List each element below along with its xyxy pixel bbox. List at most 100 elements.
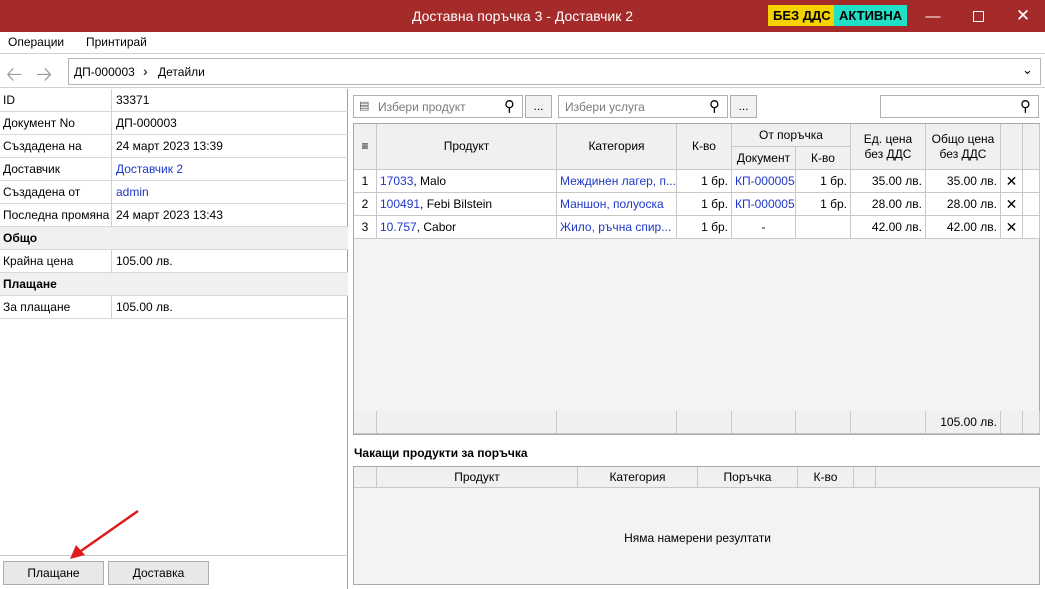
- row-spacer: [1023, 216, 1040, 239]
- category-link[interactable]: Маншон, полуоска: [557, 193, 677, 216]
- minimize-icon[interactable]: —: [910, 0, 956, 32]
- total-price-cell: 28.00 лв.: [926, 193, 1001, 216]
- detail-row-created-by: Създадена от admin: [0, 181, 348, 204]
- detail-label: Последна промяна: [3, 208, 110, 222]
- qty-cell[interactable]: 1 бр.: [677, 216, 732, 239]
- detail-label: Документ No: [3, 116, 75, 130]
- row-number: 3: [354, 216, 377, 239]
- row-number: 1: [354, 170, 377, 193]
- detail-value: 24 март 2023 13:43: [116, 208, 223, 222]
- section-total-title: Общо: [3, 231, 38, 245]
- header-order-qty[interactable]: К-во: [796, 147, 851, 170]
- pending-header-order[interactable]: Поръчка: [698, 467, 798, 488]
- footer-cell: [557, 411, 677, 434]
- detail-label: ID: [3, 93, 15, 107]
- product-search-placeholder: Избери продукт: [378, 100, 466, 114]
- pending-header-product[interactable]: Продукт: [377, 467, 578, 488]
- title-bar: Доставна поръчка 3 - Доставчик 2 БЕЗ ДДС…: [0, 0, 1045, 32]
- header-product[interactable]: Продукт: [377, 124, 557, 170]
- service-browse-button[interactable]: ...: [730, 95, 757, 118]
- delete-row-icon[interactable]: ✕: [1001, 170, 1023, 193]
- payment-button[interactable]: Плащане: [3, 561, 104, 585]
- pending-header-category[interactable]: Категория: [578, 467, 698, 488]
- service-search-input[interactable]: Избери услуга ⚲: [558, 95, 728, 118]
- footer-cell: [677, 411, 732, 434]
- order-document-link[interactable]: КП-000005: [732, 193, 796, 216]
- product-code-link[interactable]: 10.757: [380, 220, 417, 234]
- detail-row-final-price: Крайна цена 105.00 лв.: [0, 250, 348, 273]
- search-icon[interactable]: ⚲: [504, 97, 515, 115]
- menu-print[interactable]: Принтирай: [86, 35, 147, 49]
- detail-row-id: ID 33371: [0, 89, 348, 112]
- delete-row-icon[interactable]: ✕: [1001, 216, 1023, 239]
- created-by-link[interactable]: admin: [116, 185, 149, 199]
- detail-row-supplier: Доставчик Доставчик 2: [0, 158, 348, 181]
- close-icon[interactable]: ✕: [1000, 0, 1045, 32]
- supplier-link[interactable]: Доставчик 2: [116, 162, 183, 176]
- product-browse-button[interactable]: ...: [525, 95, 552, 118]
- product-name: , Febi Bilstein: [420, 197, 493, 211]
- detail-label: Създадена от: [3, 185, 81, 199]
- unit-price-cell[interactable]: 35.00 лв.: [851, 170, 926, 193]
- header-category[interactable]: Категория: [557, 124, 677, 170]
- delete-row-icon[interactable]: ✕: [1001, 193, 1023, 216]
- category-link[interactable]: Междинен лагер, п...: [557, 170, 677, 193]
- breadcrumb-separator-icon: ›: [143, 63, 148, 79]
- header-spacer: [1023, 124, 1040, 170]
- section-payment: Плащане: [0, 273, 348, 296]
- detail-value: ДП-000003: [116, 116, 177, 130]
- product-code-link[interactable]: 17033: [380, 174, 413, 188]
- total-price-cell: 35.00 лв.: [926, 170, 1001, 193]
- detail-label: За плащане: [3, 300, 71, 314]
- detail-value: 24 март 2023 13:39: [116, 139, 223, 153]
- total-price-cell: 42.00 лв.: [926, 216, 1001, 239]
- status-badge: АКТИВНА: [834, 5, 908, 26]
- unit-price-cell[interactable]: 28.00 лв.: [851, 193, 926, 216]
- order-document-link[interactable]: КП-000005: [732, 170, 796, 193]
- table-filter-input[interactable]: ⚲: [880, 95, 1039, 118]
- detail-value: 105.00 лв.: [116, 300, 173, 314]
- column-chooser-icon[interactable]: ≡: [354, 124, 377, 170]
- breadcrumb-document[interactable]: ДП-000003: [74, 65, 135, 79]
- menu-operations[interactable]: Операции: [8, 35, 64, 49]
- order-qty-cell: 1 бр.: [796, 170, 851, 193]
- vat-badge: БЕЗ ДДС: [768, 5, 836, 26]
- header-qty[interactable]: К-во: [677, 124, 732, 170]
- product-code-link[interactable]: 100491: [380, 197, 420, 211]
- product-name: , Cabor: [416, 220, 457, 234]
- table-row-product: 10.757, Cabor: [377, 216, 557, 239]
- footer-cell: [1001, 411, 1023, 434]
- row-number: 2: [354, 193, 377, 216]
- search-icon[interactable]: ⚲: [709, 97, 720, 115]
- qty-cell[interactable]: 1 бр.: [677, 170, 732, 193]
- delivery-button[interactable]: Доставка: [108, 561, 209, 585]
- search-icon[interactable]: ⚲: [1020, 97, 1031, 115]
- order-qty-cell: [796, 216, 851, 239]
- row-spacer: [1023, 170, 1040, 193]
- chevron-down-icon[interactable]: ⌄: [1022, 62, 1033, 78]
- detail-label: Крайна цена: [3, 254, 74, 268]
- footer-total: 105.00 лв.: [926, 411, 1001, 434]
- unit-price-cell[interactable]: 42.00 лв.: [851, 216, 926, 239]
- maximize-icon[interactable]: [955, 0, 1001, 32]
- product-search-input[interactable]: ▤ Избери продукт ⚲: [353, 95, 523, 118]
- order-document-cell: -: [732, 216, 796, 239]
- header-total-price[interactable]: Общо цена без ДДС: [926, 124, 1001, 170]
- service-search-placeholder: Избери услуга: [565, 100, 645, 114]
- category-link[interactable]: Жило, ръчна спир...: [557, 216, 677, 239]
- header-actions: [1001, 124, 1023, 170]
- divider: [0, 555, 348, 556]
- annotation-arrow-icon: [70, 509, 139, 559]
- header-unit-price[interactable]: Ед. цена без ДДС: [851, 124, 926, 170]
- breadcrumb[interactable]: ДП-000003 › Детайли ⌄: [68, 58, 1041, 85]
- header-spacer: [854, 467, 876, 488]
- details-panel: ID 33371 Документ No ДП-000003 Създадена…: [0, 89, 348, 589]
- detail-value: 105.00 лв.: [116, 254, 173, 268]
- pending-header-qty[interactable]: К-во: [798, 467, 854, 488]
- items-table: ≡ Продукт Категория К-во От поръчка Доку…: [353, 123, 1040, 435]
- header-row-indicator: [354, 467, 377, 488]
- qty-cell[interactable]: 1 бр.: [677, 193, 732, 216]
- table-row-product: 100491, Febi Bilstein: [377, 193, 557, 216]
- header-document[interactable]: Документ: [732, 147, 796, 170]
- table-row-product: 17033, Malo: [377, 170, 557, 193]
